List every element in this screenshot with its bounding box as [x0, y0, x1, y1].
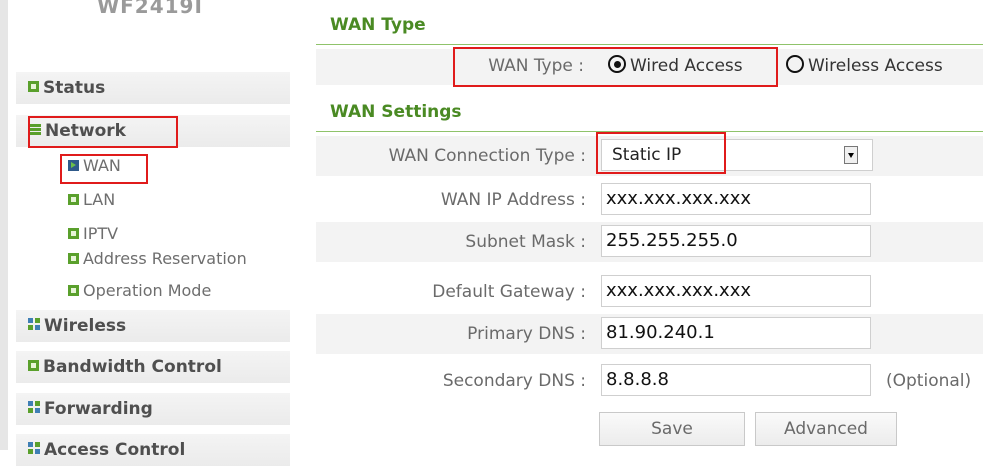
subnet-mask-label: Subnet Mask : [465, 232, 586, 252]
submenu-label: Address Reservation [83, 249, 247, 268]
wan-ip-label: WAN IP Address : [440, 190, 586, 210]
section-title-wan-type: WAN Type [330, 15, 426, 35]
submenu-label: IPTV [83, 224, 119, 243]
dropdown-arrow-icon[interactable] [844, 146, 858, 164]
bullet-icon [68, 228, 79, 239]
subnet-mask-row: Subnet Mask : 255.255.255.0 [316, 222, 983, 263]
radio-wireless-access[interactable]: Wireless Access [786, 49, 943, 83]
bullet-icon [28, 359, 39, 371]
submenu-item-lan[interactable]: LAN [68, 190, 115, 210]
menu-label: Forwarding [44, 399, 153, 419]
save-button[interactable]: Save [599, 412, 745, 446]
submenu-item-wan[interactable]: WAN [68, 156, 121, 176]
wan-type-row: WAN Type : Wired Access Wireless Access [316, 49, 983, 86]
submenu-item-operation-mode[interactable]: Operation Mode [68, 281, 211, 301]
menu-item-forwarding[interactable]: Forwarding [16, 393, 290, 425]
primary-dns-input[interactable]: 81.90.240.1 [601, 317, 871, 349]
gateway-row: Default Gateway : xxx.xxx.xxx.xxx [316, 272, 983, 313]
expanded-menu-icon [28, 123, 41, 135]
submenu-item-iptv[interactable]: IPTV [68, 224, 118, 244]
wan-connection-type-row: WAN Connection Type : Static IP [316, 136, 983, 177]
secondary-dns-label: Secondary DNS : [442, 371, 586, 391]
grid-icon [28, 401, 40, 413]
menu-label: Bandwidth Control [43, 357, 222, 377]
sidebar-nav: WF2419I Status Network WAN LAN IPTV Addr… [0, 0, 305, 466]
menu-label: Status [43, 78, 106, 98]
bullet-icon [68, 253, 79, 264]
wan-type-label: WAN Type : [488, 56, 584, 76]
status-icon [28, 80, 39, 92]
submenu-item-address-reservation[interactable]: Address Reservation [68, 249, 247, 269]
wan-connection-type-select[interactable]: Static IP [601, 139, 873, 171]
divider [316, 131, 983, 132]
device-model: WF2419I [97, 0, 203, 18]
radio-label: Wireless Access [808, 56, 943, 76]
wan-connection-type-label: WAN Connection Type : [388, 146, 586, 166]
menu-item-status[interactable]: Status [16, 72, 290, 104]
active-arrow-icon [68, 160, 79, 171]
menu-item-access-control[interactable]: Access Control [16, 434, 290, 466]
subnet-mask-input[interactable]: 255.255.255.0 [601, 225, 871, 257]
menu-item-network[interactable]: Network [16, 115, 290, 147]
primary-dns-label: Primary DNS : [467, 324, 586, 344]
section-title-wan-settings: WAN Settings [330, 102, 462, 122]
radio-wired-access[interactable]: Wired Access [608, 49, 743, 83]
submenu-label: WAN [83, 156, 121, 175]
gateway-label: Default Gateway : [432, 282, 586, 302]
grid-icon [28, 318, 40, 330]
menu-item-bandwidth-control[interactable]: Bandwidth Control [16, 351, 290, 383]
bullet-icon [68, 194, 79, 205]
submenu-label: LAN [83, 190, 116, 209]
menu-label: Network [45, 121, 126, 141]
menu-item-wireless[interactable]: Wireless [16, 310, 290, 342]
gateway-input[interactable]: xxx.xxx.xxx.xxx [601, 275, 871, 307]
sidebar-edge [0, 0, 8, 450]
main-content: WAN Type WAN Type : Wired Access Wireles… [316, 0, 983, 450]
divider [316, 44, 983, 45]
bullet-icon [68, 285, 79, 296]
secondary-dns-row: Secondary DNS : 8.8.8.8 (Optional) [316, 361, 983, 402]
wan-ip-row: WAN IP Address : xxx.xxx.xxx.xxx [316, 180, 983, 221]
radio-label: Wired Access [630, 56, 743, 76]
select-value: Static IP [612, 145, 682, 165]
advanced-button[interactable]: Advanced [755, 412, 897, 446]
wan-ip-input[interactable]: xxx.xxx.xxx.xxx [601, 183, 871, 215]
submenu-label: Operation Mode [83, 281, 212, 300]
grid-icon [28, 442, 40, 454]
radio-selected-icon [608, 55, 626, 73]
secondary-dns-input[interactable]: 8.8.8.8 [601, 364, 871, 396]
optional-hint: (Optional) [886, 371, 972, 391]
menu-label: Access Control [44, 440, 186, 460]
menu-label: Wireless [44, 316, 127, 336]
primary-dns-row: Primary DNS : 81.90.240.1 [316, 314, 983, 355]
radio-unselected-icon [786, 55, 804, 73]
